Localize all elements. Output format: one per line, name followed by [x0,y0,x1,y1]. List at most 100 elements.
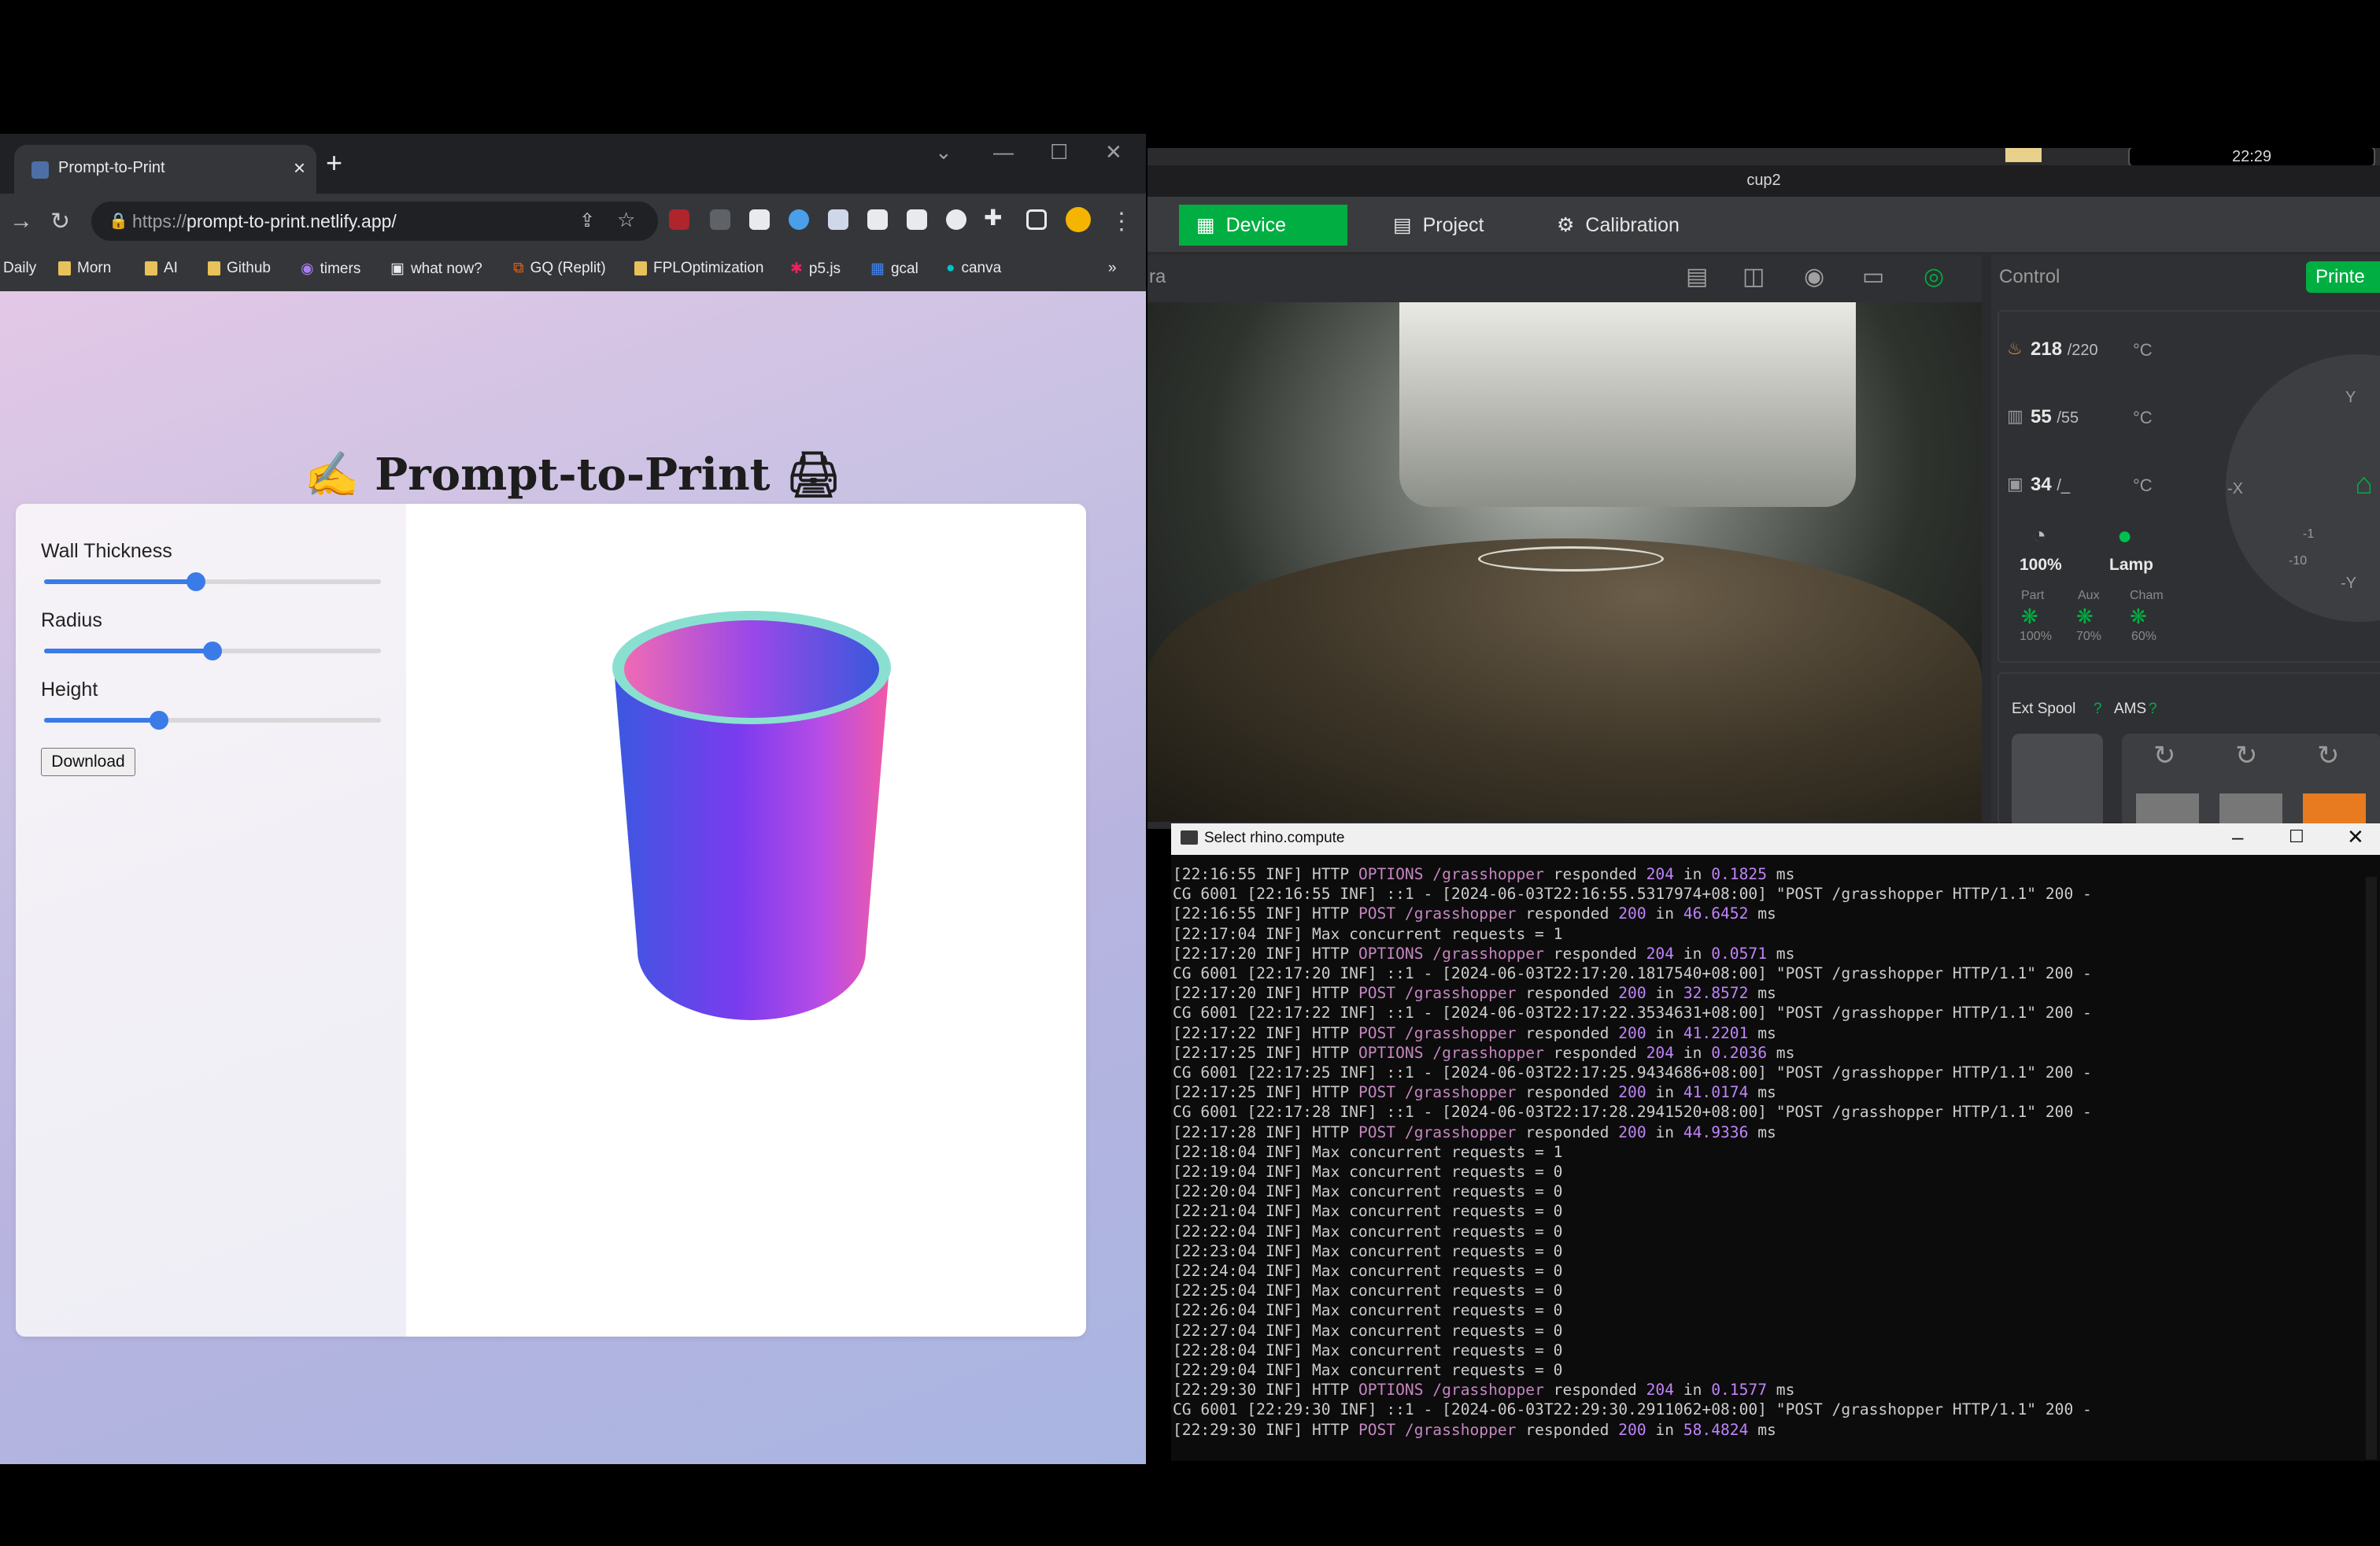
maximize-icon[interactable]: ☐ [1050,140,1068,165]
tab-search-icon[interactable]: ⌄ [935,140,952,165]
close-icon[interactable]: ✕ [2347,825,2364,849]
bed-icon: ▥ [2007,406,2023,426]
tab-project[interactable]: ▤ Project [1376,205,1501,246]
cup-3d-preview[interactable] [598,567,913,1023]
help-icon[interactable]: ? [2149,701,2157,718]
home-icon[interactable]: ⌂ [2355,468,2373,501]
sidepanel-icon[interactable] [1026,209,1047,230]
scrollbar[interactable] [2366,877,2377,1459]
bookmark-item[interactable]: ◉ timers [301,260,360,278]
terminal-output[interactable]: [22:16:55 INF] HTTP OPTIONS /grasshopper… [1171,864,2352,1440]
forward-icon[interactable]: → [9,208,33,235]
fan-chamber-value: 60% [2131,630,2157,643]
radius-label: Radius [41,609,102,631]
cup-interior [624,620,879,718]
new-tab-icon[interactable]: + [326,146,342,179]
fan-icon[interactable]: ❋ [2021,605,2038,629]
favicon-icon [31,161,49,179]
terminal-line: [22:29:30 INF] HTTP POST /grasshopper re… [1173,1420,1776,1439]
ams-slot-refresh-icon[interactable]: ↻ [2235,740,2258,771]
terminal-line: [22:17:28 INF] HTTP POST /grasshopper re… [1173,1123,1776,1141]
tab-calibration[interactable]: ⚙ Calibration [1539,205,1697,246]
ams-slot-refresh-icon[interactable]: ↻ [2153,740,2176,771]
url-text: https://prompt-to-print.netlify.app/ [132,211,397,231]
record-icon[interactable]: ◉ [1804,263,1824,290]
window-title: cup2 [1746,172,1781,189]
slider-thumb[interactable] [149,711,168,730]
clock-widget: 22:29 [2128,148,2375,167]
folder-icon [58,261,71,276]
extension-icon[interactable] [867,209,888,230]
device-icon: ▦ [1196,214,1215,236]
extension-icon[interactable] [907,209,927,230]
sd-card-icon[interactable]: ▤ [1686,263,1708,290]
bookmark-item[interactable]: AI [145,260,178,277]
jog-y-minus[interactable]: -Y [2341,575,2356,593]
terminal-line: [22:17:20 INF] HTTP OPTIONS /grasshopper… [1173,944,1795,963]
menu-icon[interactable]: ⋮ [1110,208,1133,235]
printer-button[interactable]: Printe [2306,261,2380,293]
calendar-icon: ▦ [870,261,885,277]
tab-device[interactable]: ▦ Device [1179,205,1347,246]
bookmark-item[interactable]: ⧉ GQ (Replit) [513,260,606,277]
extension-icon[interactable] [828,209,848,230]
extension-icon[interactable] [749,209,770,230]
help-icon[interactable]: ? [2094,701,2102,718]
terminal-line: [22:22:04 INF] Max concurrent requests =… [1173,1222,1563,1241]
jog-x-minus[interactable]: -X [2227,480,2243,498]
page-title: ✍ Prompt-to-Print 🖨 [304,449,842,501]
bookmark-item[interactable]: ▣ what now? [390,260,482,278]
jog-y-plus[interactable]: Y [2345,389,2356,407]
radius-slider[interactable] [44,642,381,660]
ext-spool-label: Ext Spool [2012,701,2076,717]
minimize-icon[interactable]: – [2232,825,2243,849]
bookmark-item[interactable]: Github [208,260,271,277]
video-icon[interactable]: ▭ [1862,263,1884,290]
bookmark-item[interactable]: ✱ p5.js [790,260,841,278]
jog-z-1[interactable]: -1 [2303,527,2314,542]
bookmark-item[interactable]: Morn [58,260,111,277]
ext-spool-slot[interactable] [2012,734,2103,828]
ublock-icon[interactable] [669,209,689,230]
lamp-label: Lamp [2109,556,2154,574]
wall-thickness-slider[interactable] [44,572,381,591]
close-window-icon[interactable]: ✕ [1105,140,1122,165]
avatar[interactable] [1066,207,1091,232]
fan-icon[interactable]: ❋ [2130,605,2147,629]
ams-slot-refresh-icon[interactable]: ↻ [2317,740,2340,771]
height-slider[interactable] [44,711,381,730]
slider-thumb[interactable] [186,572,205,591]
calibration-icon: ⚙ [1557,214,1575,236]
lamp-icon[interactable]: ● [2117,521,2132,550]
share-icon[interactable]: ⇪ [579,209,595,232]
close-tab-icon[interactable]: × [294,156,305,180]
terminal-line: [22:16:55 INF] HTTP POST /grasshopper re… [1173,904,1776,923]
speed-icon[interactable]: ◔ [2032,523,2046,549]
bookmark-item[interactable]: ● canva [946,260,1001,277]
browser-tab[interactable]: Prompt-to-Print × [14,145,316,194]
minimize-icon[interactable]: — [993,140,1014,165]
bookmark-item[interactable]: ▦ gcal [870,260,918,278]
slider-thumb[interactable] [203,642,222,660]
fan-icon[interactable]: ❋ [2076,605,2094,629]
height-label: Height [41,679,98,701]
bookmark-star-icon[interactable]: ☆ [617,208,635,232]
maximize-icon[interactable]: ☐ [2289,827,2304,847]
extension-icon[interactable] [789,209,809,230]
download-button[interactable]: Download [41,748,135,776]
terminal-line: [22:19:04 INF] Max concurrent requests =… [1173,1163,1563,1182]
bookmark-item[interactable]: Daily [3,260,36,277]
jog-z-10[interactable]: -10 [2289,554,2307,568]
fan-aux-value: 70% [2076,630,2102,643]
camera-settings-icon[interactable]: ◎ [1924,263,1944,290]
extension-icon[interactable] [946,209,966,230]
extension-icon[interactable] [710,209,730,230]
timelapse-icon[interactable]: ◫ [1743,263,1765,290]
folder-icon [634,261,647,276]
reload-icon[interactable]: ↻ [50,208,70,235]
bookmark-item[interactable]: FPLOptimization [634,260,763,277]
terminal-line: CG 6001 [22:29:30 INF] ::1 - [2024-06-03… [1173,1400,2092,1419]
address-bar[interactable]: 🔒 https://prompt-to-print.netlify.app/ ⇪… [91,202,658,241]
extensions-puzzle-icon[interactable]: ✚ [984,205,1002,231]
more-bookmarks-icon[interactable]: » [1108,260,1117,277]
